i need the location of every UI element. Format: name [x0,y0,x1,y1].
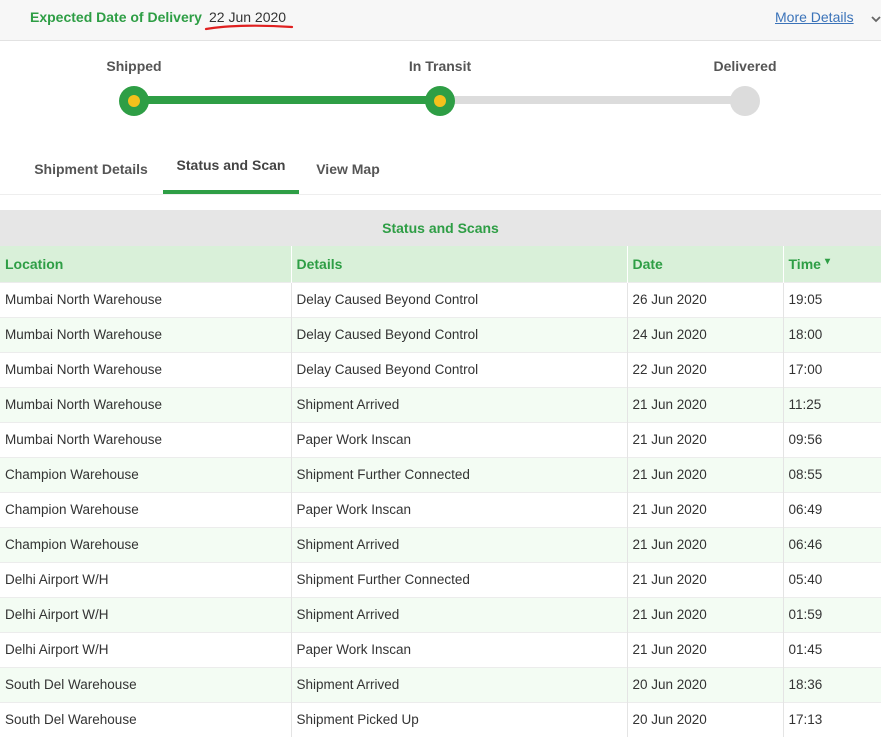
cell-location: Champion Warehouse [0,456,292,492]
cell-time: 19:05 [783,281,881,317]
cell-location: Mumbai North Warehouse [0,386,292,422]
cell-date: 24 Jun 2020 [627,316,784,352]
cell-time: 17:00 [783,351,881,387]
step-node-in-transit [425,86,455,116]
scans-table: Location Details Date Time ▾ Mumbai North… [0,246,881,737]
step-node-shipped [119,86,149,116]
table-row: Champion Warehouse Shipment Further Conne… [0,456,881,492]
cell-date: 21 Jun 2020 [627,561,784,597]
cell-time: 18:00 [783,316,881,352]
chevron-down-icon[interactable] [870,13,881,25]
cell-location: Delhi Airport W/H [0,631,292,667]
table-row: Mumbai North Warehouse Delay Caused Beyon… [0,281,881,317]
cell-location: Champion Warehouse [0,491,292,527]
table-row: Champion Warehouse Shipment Arrived 21 Jun… [0,526,881,562]
tab-shipment-details[interactable]: Shipment Details [25,150,157,194]
cell-time: 05:40 [783,561,881,597]
col-header-details[interactable]: Details [291,246,628,282]
delivery-header: Expected Date of Delivery 22 Jun 2020 Mo… [0,0,881,41]
table-row: South Del Warehouse Shipment Picked Up 20 … [0,701,881,737]
col-header-time[interactable]: Time ▾ [783,246,881,282]
cell-time: 01:59 [783,596,881,632]
cell-date: 22 Jun 2020 [627,351,784,387]
cell-details: Shipment Arrived [291,596,628,632]
cell-time: 01:45 [783,631,881,667]
cell-location: Mumbai North Warehouse [0,281,292,317]
col-header-location[interactable]: Location [0,246,292,282]
progress-fill [134,96,440,104]
step-label-shipped: Shipped [106,58,162,74]
cell-details: Paper Work Inscan [291,631,628,667]
cell-location: South Del Warehouse [0,666,292,702]
table-row: Delhi Airport W/H Shipment Arrived 21 Jun … [0,596,881,632]
cell-details: Paper Work Inscan [291,421,628,457]
cell-details: Delay Caused Beyond Control [291,316,628,352]
table-row: Delhi Airport W/H Paper Work Inscan 21 Jun… [0,631,881,667]
table-row: Mumbai North Warehouse Delay Caused Beyon… [0,351,881,387]
cell-date: 21 Jun 2020 [627,456,784,492]
cell-date: 21 Jun 2020 [627,386,784,422]
cell-location: Delhi Airport W/H [0,596,292,632]
cell-time: 09:56 [783,421,881,457]
cell-details: Shipment Further Connected [291,456,628,492]
step-label-delivered: Delivered [713,58,777,74]
cell-date: 21 Jun 2020 [627,526,784,562]
cell-date: 21 Jun 2020 [627,596,784,632]
table-row: Mumbai North Warehouse Delay Caused Beyon… [0,316,881,352]
cell-location: Delhi Airport W/H [0,561,292,597]
cell-details: Paper Work Inscan [291,491,628,527]
table-row: Mumbai North Warehouse Paper Work Inscan 2… [0,421,881,457]
table-header-row: Location Details Date Time ▾ [0,246,881,282]
cell-details: Shipment Arrived [291,386,628,422]
cell-details: Shipment Arrived [291,666,628,702]
cell-time: 17:13 [783,701,881,737]
cell-time: 11:25 [783,386,881,422]
step-label-in-transit: In Transit [408,58,472,74]
more-details-link[interactable]: More Details [775,9,854,25]
sort-icon[interactable]: ▾ [825,256,830,267]
cell-date: 20 Jun 2020 [627,666,784,702]
cell-date: 21 Jun 2020 [627,631,784,667]
cell-date: 26 Jun 2020 [627,281,784,317]
cell-date: 21 Jun 2020 [627,421,784,457]
cell-details: Shipment Picked Up [291,701,628,737]
cell-time: 06:46 [783,526,881,562]
tab-bar: Shipment Details Status and Scan View Ma… [0,150,881,195]
table-row: Mumbai North Warehouse Shipment Arrived 21… [0,386,881,422]
scans-title: Status and Scans [0,210,881,246]
red-underline-mark [204,24,294,31]
cell-date: 20 Jun 2020 [627,701,784,737]
cell-location: Champion Warehouse [0,526,292,562]
cell-location: Mumbai North Warehouse [0,351,292,387]
cell-time: 18:36 [783,666,881,702]
cell-time: 08:55 [783,456,881,492]
cell-date: 21 Jun 2020 [627,491,784,527]
table-row: South Del Warehouse Shipment Arrived 20 Ju… [0,666,881,702]
cell-details: Shipment Arrived [291,526,628,562]
edd-label: Expected Date of Delivery [30,9,202,25]
cell-time: 06:49 [783,491,881,527]
status-scans-panel: Status and Scans Location Details Date T… [0,210,881,748]
table-row: Champion Warehouse Paper Work Inscan 21 Ju… [0,491,881,527]
tab-status-and-scan[interactable]: Status and Scan [163,150,299,194]
cell-location: Mumbai North Warehouse [0,316,292,352]
cell-details: Delay Caused Beyond Control [291,281,628,317]
table-row: Delhi Airport W/H Shipment Further Connec… [0,561,881,597]
cell-details: Shipment Further Connected [291,561,628,597]
step-node-delivered [730,86,760,116]
col-header-date[interactable]: Date [627,246,784,282]
cell-details: Delay Caused Beyond Control [291,351,628,387]
cell-location: Mumbai North Warehouse [0,421,292,457]
shipment-progress-tracker: Shipped In Transit Delivered [0,41,881,141]
col-header-time-label: Time [788,255,821,272]
cell-location: South Del Warehouse [0,701,292,737]
tab-view-map[interactable]: View Map [305,150,391,194]
